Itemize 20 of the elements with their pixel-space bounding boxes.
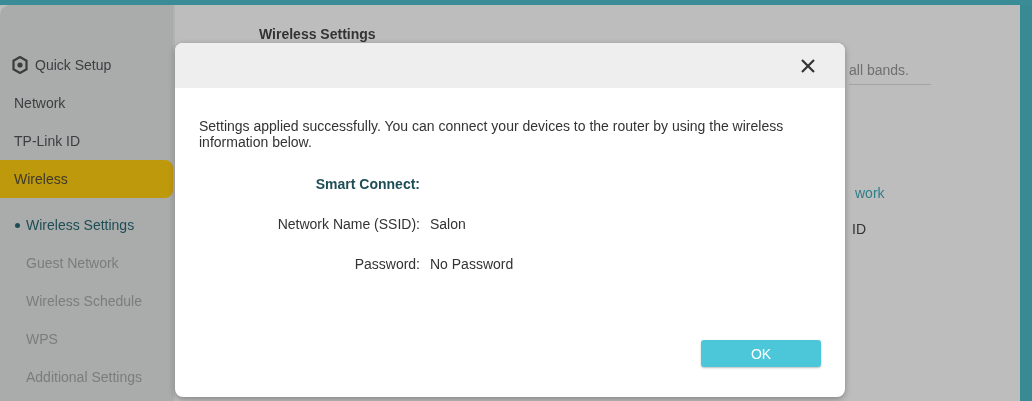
message-text: Settings applied successfully. You can connect your devices to the router by using the wireless information below. [199,118,785,150]
page-heading: Wireless Settings [259,26,376,42]
close-icon [801,58,815,73]
field-label: Network Name (SSID): [276,216,420,232]
hint-text: all bands. [849,56,931,85]
menu-item[interactable]: Quick Setup [0,46,173,84]
label-text: ID [852,221,867,237]
field-value: Salon [430,216,467,232]
menu-item[interactable]: Network [0,84,173,122]
section-label: Smart Connect: [314,176,420,192]
close-button[interactable] [799,56,817,75]
field-value: No Password [430,256,515,272]
menu-item[interactable]: Wireless [0,160,173,198]
bullet-icon [15,223,20,228]
menu-item[interactable]: TP-Link ID [0,122,173,160]
ok-button[interactable]: OK [701,340,821,367]
link[interactable]: work [855,185,1020,201]
submenu-item[interactable]: Wireless Settings [0,206,173,244]
field-label: Password: [353,256,420,272]
gear-icon [11,56,29,74]
